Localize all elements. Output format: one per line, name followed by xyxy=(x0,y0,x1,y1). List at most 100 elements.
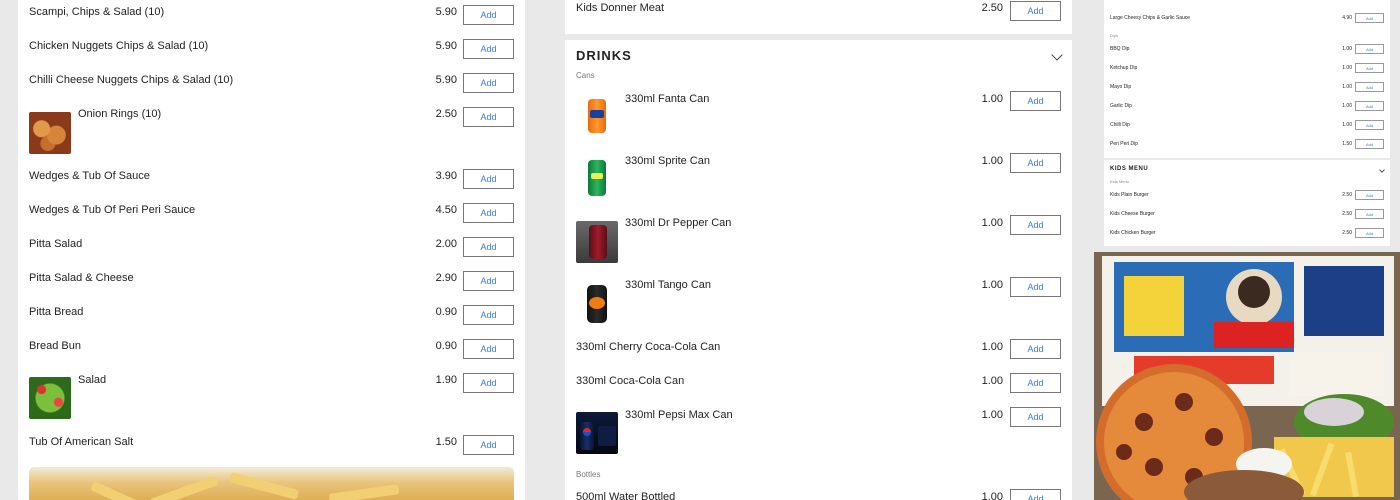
item-name: Onion Rings (10) xyxy=(78,108,162,120)
add-button[interactable]: Add xyxy=(1355,82,1384,92)
chevron-down-icon[interactable] xyxy=(1051,49,1063,61)
item-name: 330ml Tango Can xyxy=(625,279,712,291)
item-name: 330ml Sprite Can xyxy=(625,155,710,167)
fries-banner-image xyxy=(29,467,514,500)
item-name: 330ml Fanta Can xyxy=(625,93,710,105)
item-name: Pitta Salad & Cheese xyxy=(29,272,134,284)
item-name: Pitta Salad xyxy=(29,238,83,250)
item-name: Pitta Bread xyxy=(29,306,84,318)
item-name: Kids Donner Meat xyxy=(576,2,665,14)
sides-menu-panel: Scampi, Chips & Salad (10) 5.90 Add Chic… xyxy=(18,0,525,500)
add-button[interactable]: Add xyxy=(463,339,514,359)
item-price: 5.90 xyxy=(435,74,457,86)
item-price: 2.50 xyxy=(1342,192,1352,198)
add-button[interactable]: Add xyxy=(463,73,514,93)
item-name: Peri Peri Dip xyxy=(1110,141,1139,147)
item-price: 1.00 xyxy=(981,93,1003,105)
add-button[interactable]: Add xyxy=(1355,209,1384,219)
add-button[interactable]: Add xyxy=(463,39,514,59)
drinks-panel: DRINKS Cans 330ml Fanta Can 1.00 Add 330… xyxy=(565,40,1072,500)
item-name: Chilli Dip xyxy=(1110,122,1130,128)
add-button[interactable]: Add xyxy=(1355,101,1384,111)
add-button[interactable]: Add xyxy=(463,435,514,455)
item-price: 1.00 xyxy=(1342,103,1352,109)
item-price: 0.90 xyxy=(435,340,457,352)
add-button[interactable]: Add xyxy=(463,373,514,393)
add-button[interactable]: Add xyxy=(1010,489,1061,500)
item-name: Salad xyxy=(78,374,107,386)
add-button[interactable]: Add xyxy=(1355,44,1384,54)
item-price: 1.00 xyxy=(981,341,1003,353)
item-price: 2.00 xyxy=(435,238,457,250)
add-button[interactable]: Add xyxy=(1010,215,1061,235)
item-name: 330ml Cherry Coca-Cola Can xyxy=(576,341,721,353)
dr-pepper-can-image xyxy=(576,221,618,263)
add-button[interactable]: Add xyxy=(1355,139,1384,149)
item-name: Wedges & Tub Of Peri Peri Sauce xyxy=(29,204,196,216)
item-price: 1.00 xyxy=(981,279,1003,291)
item-price: 5.90 xyxy=(435,6,457,18)
item-price: 0.90 xyxy=(435,306,457,318)
subheading-cans: Cans xyxy=(576,71,595,80)
item-price: 2.50 xyxy=(1342,211,1352,217)
item-price: 1.00 xyxy=(1342,122,1352,128)
item-price: 1.00 xyxy=(981,409,1003,421)
item-name: Chilli Cheese Nuggets Chips & Salad (10) xyxy=(29,74,234,86)
item-price: 1.00 xyxy=(981,491,1003,500)
add-button[interactable]: Add xyxy=(1355,120,1384,130)
pepsi-max-can-image xyxy=(576,412,618,454)
item-price: 1.00 xyxy=(1342,84,1352,90)
mini-menu-panel: Large Cheesy Chips & Garlic Sauce 4.90 A… xyxy=(1104,0,1390,158)
section-title: KIDS MENU xyxy=(1110,166,1149,172)
food-photo xyxy=(1094,252,1400,500)
item-name: Kids Chicken Burger xyxy=(1110,230,1156,236)
item-name: Tub Of American Salt xyxy=(29,436,134,448)
add-button[interactable]: Add xyxy=(1355,190,1384,200)
add-button[interactable]: Add xyxy=(1010,277,1061,297)
item-name: Bread Bun xyxy=(29,340,81,352)
item-price: 5.90 xyxy=(435,40,457,52)
item-name: BBQ Dip xyxy=(1110,46,1130,52)
item-price: 1.50 xyxy=(1342,141,1352,147)
kids-menu-panel: KIDS MENU Kids Menu Kids Plain Burger 2.… xyxy=(1104,160,1390,246)
add-button[interactable]: Add xyxy=(463,237,514,257)
add-button[interactable]: Add xyxy=(1010,1,1061,21)
item-price: 3.90 xyxy=(435,170,457,182)
kids-item-panel: Kids Donner Meat 2.50 Add xyxy=(565,0,1072,34)
item-name: Ketchup Dip xyxy=(1110,65,1138,71)
add-button[interactable]: Add xyxy=(1010,339,1061,359)
add-button[interactable]: Add xyxy=(1010,407,1061,427)
add-button[interactable]: Add xyxy=(463,107,514,127)
add-button[interactable]: Add xyxy=(1355,228,1384,238)
item-price: 1.00 xyxy=(981,155,1003,167)
add-button[interactable]: Add xyxy=(1355,63,1384,73)
item-name: Mayo Dip xyxy=(1110,84,1132,90)
add-button[interactable]: Add xyxy=(463,169,514,189)
subheading-kids: Kids Menu xyxy=(1110,179,1129,184)
add-button[interactable]: Add xyxy=(463,5,514,25)
item-price: 2.50 xyxy=(981,2,1003,14)
item-price: 1.00 xyxy=(981,375,1003,387)
item-price: 4.90 xyxy=(1342,15,1352,21)
add-button[interactable]: Add xyxy=(463,305,514,325)
chevron-down-icon[interactable] xyxy=(1379,167,1385,173)
add-button[interactable]: Add xyxy=(1355,13,1384,23)
tango-can-image xyxy=(576,283,618,325)
add-button[interactable]: Add xyxy=(1010,91,1061,111)
item-name: Chicken Nuggets Chips & Salad (10) xyxy=(29,40,209,52)
add-button[interactable]: Add xyxy=(463,203,514,223)
item-name: Kids Plain Burger xyxy=(1110,192,1149,198)
item-price: 1.00 xyxy=(981,217,1003,229)
onion-rings-image xyxy=(29,112,71,154)
add-button[interactable]: Add xyxy=(1010,373,1061,393)
item-name: Large Cheesy Chips & Garlic Sauce xyxy=(1110,15,1191,21)
item-price: 2.90 xyxy=(435,272,457,284)
item-price: 2.50 xyxy=(1342,230,1352,236)
item-price: 1.00 xyxy=(1342,46,1352,52)
item-name: Wedges & Tub Of Sauce xyxy=(29,170,150,182)
add-button[interactable]: Add xyxy=(1010,153,1061,173)
subheading-dips: Dips xyxy=(1110,33,1119,38)
item-name: Garlic Dip xyxy=(1110,103,1132,109)
fanta-can-image xyxy=(576,94,618,136)
add-button[interactable]: Add xyxy=(463,271,514,291)
